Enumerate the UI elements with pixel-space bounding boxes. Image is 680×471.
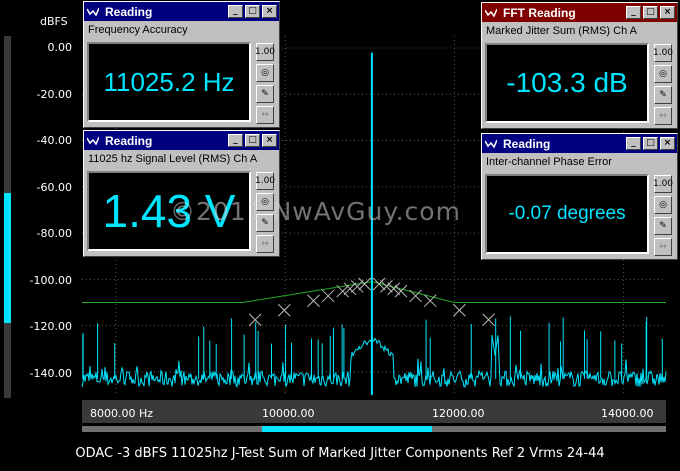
window-subtitle: Inter-channel Phase Error <box>486 156 612 168</box>
x-tick: 8000.00 Hz <box>90 407 154 420</box>
window-title: Reading <box>105 4 153 19</box>
vertical-scrollbar-thumb[interactable] <box>4 193 11 323</box>
minimize-button[interactable]: _ <box>228 5 243 18</box>
reading-value: 11025.2 Hz <box>87 42 251 122</box>
x-axis-bar <box>82 400 666 423</box>
units-icon[interactable]: 1.00 <box>255 172 275 190</box>
reading-window-phase-error[interactable]: Reading _ □ × Inter-channel Phase Error … <box>481 133 678 260</box>
x-tick: 12000.00 <box>432 407 485 420</box>
maximize-button[interactable]: □ <box>245 134 260 147</box>
window-titlebar[interactable]: FFT Reading _ □ × <box>482 3 677 22</box>
y-tick: -40.00 <box>36 134 72 147</box>
minimize-button[interactable]: _ <box>228 134 243 147</box>
reading-window-signal-level[interactable]: Reading _ □ × 11025 hz Signal Level (RMS… <box>83 130 280 257</box>
close-button[interactable]: × <box>262 134 277 147</box>
window-subtitle: Marked Jitter Sum (RMS) Ch A <box>486 25 637 37</box>
jitter-marker <box>248 313 262 327</box>
watermark: ©2011 NwAvGuy.com <box>170 197 461 226</box>
y-tick: -20.00 <box>36 88 72 101</box>
units-icon[interactable]: 1.00 <box>255 43 275 61</box>
arrows-icon[interactable]: ↔ <box>256 106 274 124</box>
window-titlebar[interactable]: Reading _ □ × <box>84 131 279 150</box>
jitter-marker <box>307 294 320 308</box>
x-tick: 14000.00 <box>601 407 654 420</box>
limit-line <box>82 281 666 303</box>
window-menu-icon[interactable] <box>485 8 497 18</box>
maximize-button[interactable]: □ <box>245 5 260 18</box>
jitter-marker <box>453 303 466 317</box>
close-button[interactable]: × <box>262 5 277 18</box>
minimize-button[interactable]: _ <box>626 6 641 19</box>
x-tick: 10000.00 <box>262 407 315 420</box>
window-subtitle: 11025 hz Signal Level (RMS) Ch A <box>88 153 258 165</box>
edit-icon[interactable]: ✎ <box>654 217 672 235</box>
window-title: Reading <box>105 133 153 148</box>
jitter-marker <box>409 289 422 303</box>
window-title: Reading <box>503 136 551 151</box>
maximize-button[interactable]: □ <box>643 137 658 150</box>
fft-reading-window[interactable]: FFT Reading _ □ × Marked Jitter Sum (RMS… <box>481 2 678 129</box>
reading-value: -0.07 degrees <box>485 174 649 254</box>
window-titlebar[interactable]: Reading _ □ × <box>84 2 279 21</box>
reading-value: -103.3 dB <box>485 43 649 123</box>
units-icon[interactable]: 1.00 <box>653 175 673 193</box>
y-tick: -80.00 <box>36 227 72 240</box>
y-tick: -60.00 <box>36 181 72 194</box>
jitter-marker <box>277 303 291 317</box>
horizontal-scrollbar[interactable] <box>82 426 666 432</box>
window-titlebar[interactable]: Reading _ □ × <box>482 134 677 153</box>
maximize-button[interactable]: □ <box>643 6 658 19</box>
minimize-button[interactable]: _ <box>626 137 641 150</box>
target-icon[interactable]: ◎ <box>654 65 672 83</box>
window-menu-icon[interactable] <box>87 136 99 146</box>
target-icon[interactable]: ◎ <box>256 64 274 82</box>
jitter-limit-line <box>82 281 666 303</box>
window-title: FFT Reading <box>503 5 576 20</box>
jitter-marker <box>482 313 495 327</box>
y-axis-unit: dBFS <box>40 15 68 28</box>
y-tick: -120.00 <box>29 320 72 333</box>
target-icon[interactable]: ◎ <box>654 196 672 214</box>
arrows-icon[interactable]: ↔ <box>654 238 672 256</box>
arrows-icon[interactable]: ↔ <box>256 235 274 253</box>
arrows-icon[interactable]: ↔ <box>654 107 672 125</box>
horizontal-scrollbar-thumb[interactable] <box>262 426 432 432</box>
window-subtitle: Frequency Accuracy <box>88 24 188 36</box>
y-tick: -140.00 <box>29 367 72 380</box>
noise-trace <box>81 334 667 389</box>
units-icon[interactable]: 1.00 <box>653 44 673 62</box>
y-tick: -100.00 <box>29 274 72 287</box>
jitter-marker <box>358 277 371 291</box>
close-button[interactable]: × <box>660 6 675 19</box>
window-menu-icon[interactable] <box>485 139 497 149</box>
plot-caption: ODAC -3 dBFS 11025hz J-Test Sum of Marke… <box>75 446 605 461</box>
close-button[interactable]: × <box>660 137 675 150</box>
window-menu-icon[interactable] <box>87 7 99 17</box>
reading-window-frequency[interactable]: Reading _ □ × Frequency Accuracy 11025.2… <box>83 1 280 128</box>
jitter-marker <box>321 289 335 303</box>
edit-icon[interactable]: ✎ <box>654 86 672 104</box>
edit-icon[interactable]: ✎ <box>256 85 274 103</box>
y-tick: 0.00 <box>47 41 73 54</box>
